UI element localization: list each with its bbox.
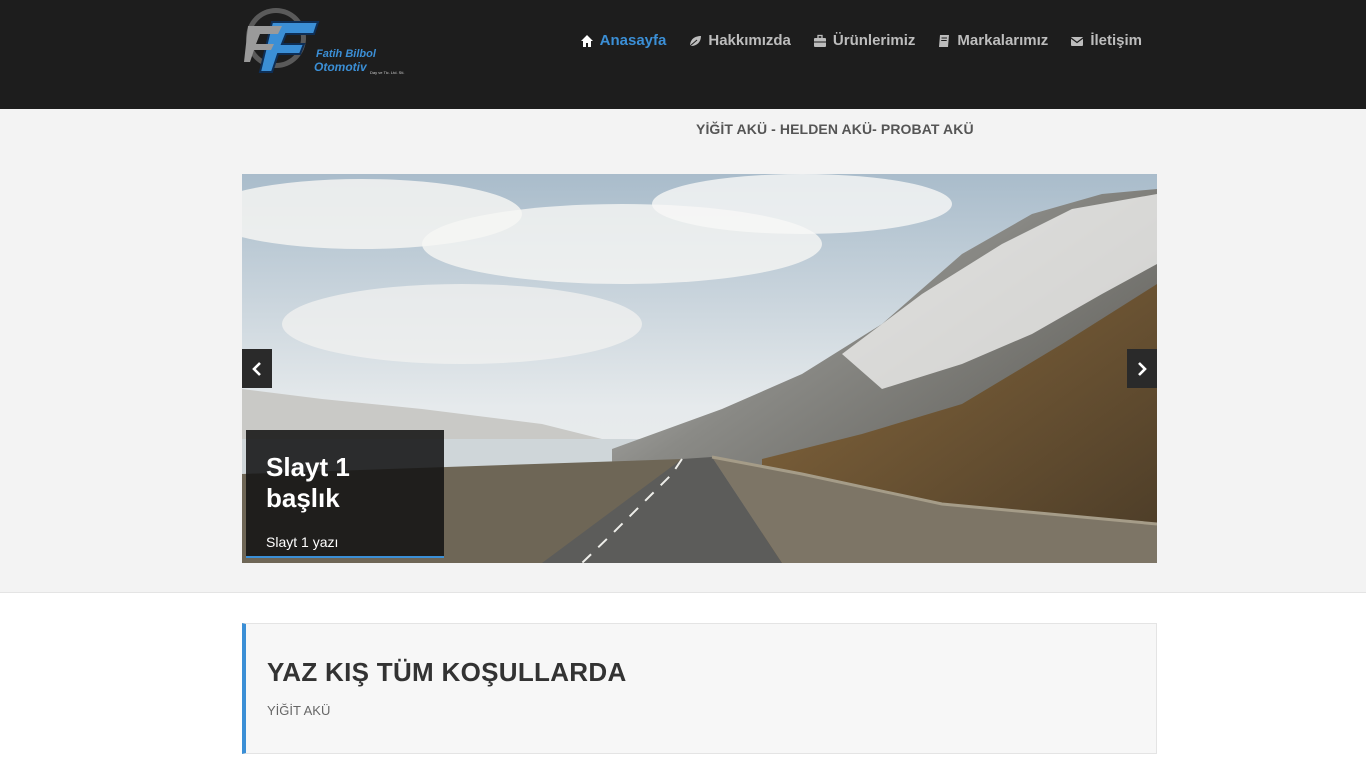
nav-item-label: Hakkımızda [708,32,791,49]
main-nav: Anasayfa Hakkımızda Ürünlerimiz Markalar… [580,32,1142,49]
slider-next-button[interactable] [1127,349,1157,388]
chevron-right-icon [1138,361,1147,376]
feature-callout: YAZ KIŞ TÜM KOŞULLARDA YİĞİT AKÜ [242,623,1157,754]
nav-item-iletisim[interactable]: İletişim [1070,32,1142,49]
slide-caption-title: Slayt 1 başlık [266,452,350,513]
home-icon [580,34,593,47]
nav-item-label: Ürünlerimiz [832,32,916,49]
slide-caption: Slayt 1 başlık Slayt 1 yazı [246,430,444,558]
nav-item-label: Markalarımız [957,32,1049,49]
nav-item-anasayfa[interactable]: Anasayfa [580,32,667,49]
book-icon [939,34,950,47]
svg-text:Day ve Tic. Ltd. Sti.: Day ve Tic. Ltd. Sti. [370,70,404,75]
slide-caption-text: Slayt 1 yazı [266,534,339,550]
nav-item-label: Anasayfa [599,32,667,49]
svg-text:Fatih Bilbol: Fatih Bilbol [316,48,377,60]
briefcase-icon [813,34,826,47]
nav-item-urunlerimiz[interactable]: Ürünlerimiz [813,32,916,49]
feature-title: YAZ KIŞ TÜM KOŞULLARDA [267,657,627,687]
envelope-icon [1070,36,1084,46]
image-slider[interactable]: Slayt 1 başlık Slayt 1 yazı [242,174,1157,563]
slider-prev-button[interactable] [242,349,272,388]
nav-item-markalarimiz[interactable]: Markalarımız [937,32,1048,49]
chevron-left-icon [252,361,261,376]
nav-item-hakkimizda[interactable]: Hakkımızda [688,32,791,49]
leaf-icon [690,35,702,46]
site-header: Fatih Bilbol Otomotiv Day ve Tic. Ltd. S… [0,0,1366,109]
site-logo[interactable]: Fatih Bilbol Otomotiv Day ve Tic. Ltd. S… [242,4,414,78]
brand-tagline: YİĞİT AKÜ - HELDEN AKÜ- PROBAT AKÜ [696,121,974,137]
feature-subtitle: YİĞİT AKÜ [267,703,331,718]
nav-item-label: İletişim [1090,32,1142,49]
svg-text:Otomotiv: Otomotiv [314,60,368,74]
